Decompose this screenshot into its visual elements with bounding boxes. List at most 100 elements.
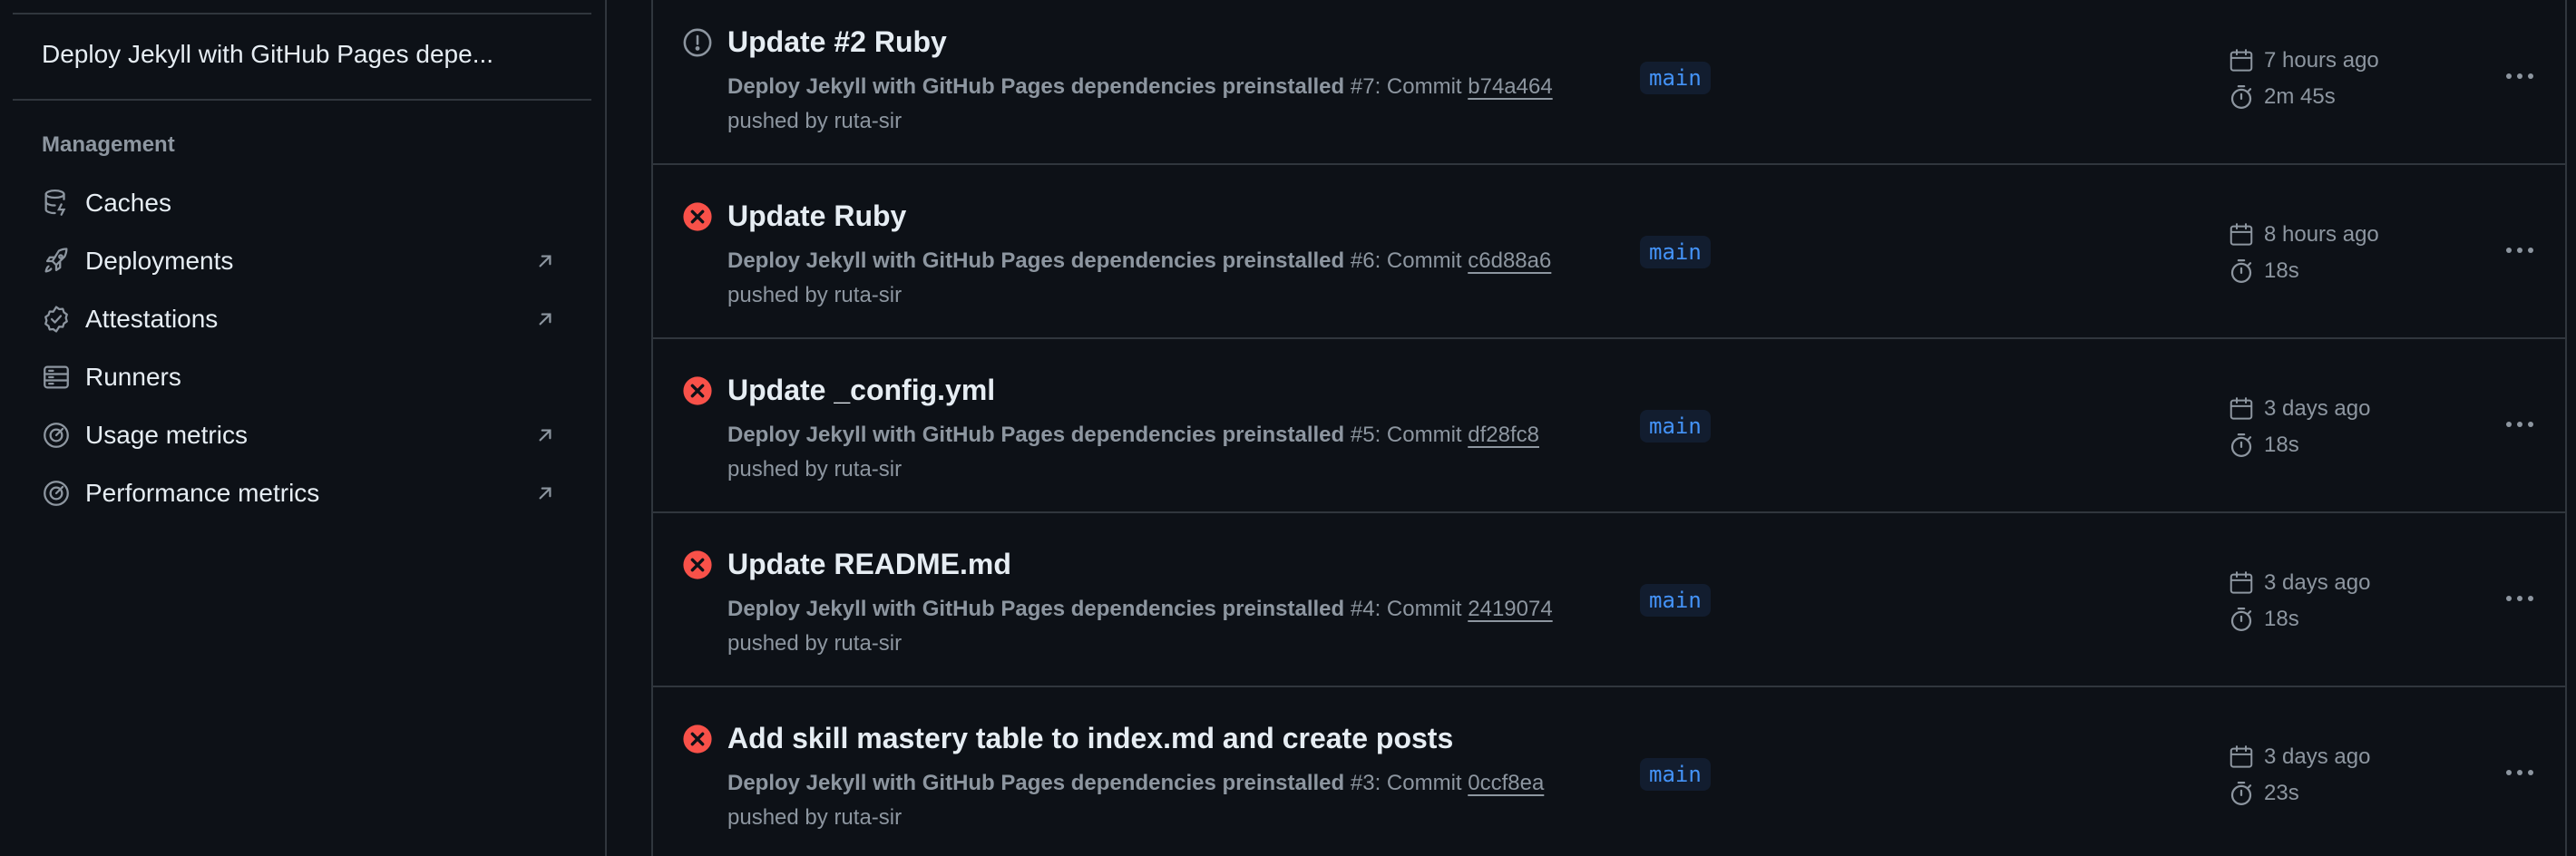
- run-workflow-name: Deploy Jekyll with GitHub Pages dependen…: [727, 597, 1345, 621]
- run-time-ago: 3 days ago: [2228, 744, 2370, 771]
- run-workflow-name: Deploy Jekyll with GitHub Pages dependen…: [727, 771, 1345, 795]
- run-title[interactable]: Update #2 Ruby: [727, 25, 947, 59]
- run-duration-text: 18s: [2264, 607, 2299, 631]
- stopwatch-icon: [2230, 608, 2252, 631]
- workflow-run-row[interactable]: Add skill mastery table to index.md and …: [653, 687, 2565, 856]
- run-number: #3: [1350, 771, 1375, 795]
- run-pushed-by: pushed by ruta-sir: [727, 805, 902, 831]
- run-user-link[interactable]: ruta-sir: [834, 109, 902, 133]
- run-title[interactable]: Add skill mastery table to index.md and …: [727, 722, 1453, 755]
- sidebar-divider: [13, 99, 591, 101]
- run-number: #6: [1350, 248, 1375, 273]
- run-workflow-name: Deploy Jekyll with GitHub Pages dependen…: [727, 423, 1345, 447]
- sidebar-item-label: Runners: [85, 363, 181, 391]
- sidebar-item-label: Usage metrics: [85, 421, 248, 449]
- run-time-ago-text: 8 hours ago: [2264, 222, 2379, 247]
- more-options-icon[interactable]: [2498, 406, 2542, 443]
- run-title[interactable]: Update Ruby: [727, 199, 906, 233]
- run-commit-link[interactable]: c6d88a6: [1468, 248, 1551, 273]
- workflow-run-row[interactable]: Update Ruby Deploy Jekyll with GitHub Pa…: [653, 165, 2565, 339]
- run-commit-link[interactable]: 2419074: [1468, 597, 1552, 621]
- branch-badge[interactable]: main: [1640, 62, 1711, 94]
- meter-icon: [38, 417, 74, 453]
- run-user-link[interactable]: ruta-sir: [834, 805, 902, 830]
- sidebar-item-label: Attestations: [85, 305, 219, 333]
- run-pushed-by-label: pushed by: [727, 805, 828, 830]
- run-user-link[interactable]: ruta-sir: [834, 283, 902, 307]
- workflow-run-row[interactable]: Update README.md Deploy Jekyll with GitH…: [653, 513, 2565, 687]
- more-options-icon[interactable]: [2498, 58, 2542, 94]
- run-title[interactable]: Update _config.yml: [727, 374, 995, 407]
- sidebar-divider: [13, 13, 591, 15]
- sidebar-item-performance-metrics[interactable]: Performance metrics: [25, 467, 570, 520]
- run-workflow-name: Deploy Jekyll with GitHub Pages dependen…: [727, 248, 1345, 273]
- run-commit-link[interactable]: b74a464: [1468, 74, 1552, 99]
- stopwatch-icon: [2230, 433, 2252, 457]
- verified-icon: [38, 301, 74, 337]
- stopwatch-icon: [2230, 85, 2252, 109]
- run-time-ago-text: 7 hours ago: [2264, 48, 2379, 73]
- workflow-run-row[interactable]: Update _config.yml Deploy Jekyll with Gi…: [653, 339, 2565, 513]
- run-duration-text: 23s: [2264, 781, 2299, 805]
- calendar-icon: [2230, 49, 2253, 72]
- run-time-ago: 8 hours ago: [2228, 221, 2379, 248]
- sidebar-item-caches[interactable]: Caches: [25, 177, 570, 229]
- run-pushed-by-label: pushed by: [727, 109, 828, 133]
- arrow-up-right-icon: [539, 255, 551, 268]
- run-workflow-name: Deploy Jekyll with GitHub Pages dependen…: [727, 74, 1345, 99]
- workflow-run-row[interactable]: Update #2 Ruby Deploy Jekyll with GitHub…: [653, 0, 2565, 165]
- sidebar-item-attestations[interactable]: Attestations: [25, 293, 570, 345]
- branch-badge[interactable]: main: [1640, 410, 1711, 443]
- database-icon: [38, 185, 74, 221]
- calendar-icon: [2230, 223, 2253, 246]
- arrow-up-right-icon: [539, 313, 551, 326]
- run-commit-link[interactable]: 0ccf8ea: [1468, 771, 1544, 795]
- branch-badge[interactable]: main: [1640, 236, 1711, 268]
- run-pushed-by: pushed by ruta-sir: [727, 109, 902, 134]
- x-circle-fill-icon: [683, 376, 712, 405]
- branch-badge[interactable]: main: [1640, 758, 1711, 791]
- run-duration-text: 2m 45s: [2264, 84, 2336, 109]
- run-user-link[interactable]: ruta-sir: [834, 631, 902, 656]
- run-pushed-by-label: pushed by: [727, 457, 828, 482]
- sidebar-item-label: Performance metrics: [85, 479, 320, 507]
- sidebar-item-label: Caches: [85, 189, 171, 217]
- sidebar-heading-management: Management: [42, 132, 175, 157]
- workflow-runs-list: Update #2 Ruby Deploy Jekyll with GitHub…: [651, 0, 2567, 856]
- run-title[interactable]: Update README.md: [727, 548, 1011, 581]
- run-pushed-by: pushed by ruta-sir: [727, 457, 902, 482]
- calendar-icon: [2230, 745, 2253, 768]
- branch-badge[interactable]: main: [1640, 584, 1711, 617]
- run-commit-link[interactable]: df28fc8: [1468, 423, 1539, 447]
- calendar-icon: [2230, 397, 2253, 420]
- run-time-ago-text: 3 days ago: [2264, 570, 2371, 595]
- sidebar-item-workflow[interactable]: Deploy Jekyll with GitHub Pages depe...: [42, 40, 493, 69]
- run-pushed-by: pushed by ruta-sir: [727, 631, 902, 657]
- arrow-up-right-icon: [539, 487, 551, 500]
- run-commit-label: : Commit: [1374, 423, 1462, 447]
- x-circle-fill-icon: [683, 550, 712, 579]
- run-user-link[interactable]: ruta-sir: [834, 457, 902, 482]
- more-options-icon[interactable]: [2498, 580, 2542, 617]
- run-meta: Deploy Jekyll with GitHub Pages dependen…: [727, 771, 1544, 796]
- more-options-icon[interactable]: [2498, 754, 2542, 791]
- run-pushed-by: pushed by ruta-sir: [727, 283, 902, 308]
- sidebar-item-deployments[interactable]: Deployments: [25, 235, 570, 287]
- run-time-ago: 3 days ago: [2228, 569, 2370, 597]
- server-icon: [38, 359, 74, 395]
- run-pushed-by-label: pushed by: [727, 283, 828, 307]
- run-commit-label: : Commit: [1374, 248, 1462, 273]
- sidebar-item-label: Deployments: [85, 247, 234, 275]
- alert-circle-icon: [683, 28, 712, 57]
- run-meta: Deploy Jekyll with GitHub Pages dependen…: [727, 248, 1551, 274]
- run-number: #4: [1350, 597, 1375, 621]
- sidebar-item-runners[interactable]: Runners: [25, 351, 570, 404]
- x-circle-fill-icon: [683, 725, 712, 754]
- run-duration: 23s: [2228, 780, 2299, 807]
- run-time-ago-text: 3 days ago: [2264, 744, 2371, 769]
- stopwatch-icon: [2230, 782, 2252, 805]
- sidebar-item-usage-metrics[interactable]: Usage metrics: [25, 409, 570, 462]
- run-commit-label: : Commit: [1374, 771, 1462, 795]
- more-options-icon[interactable]: [2498, 232, 2542, 268]
- run-duration-text: 18s: [2264, 433, 2299, 457]
